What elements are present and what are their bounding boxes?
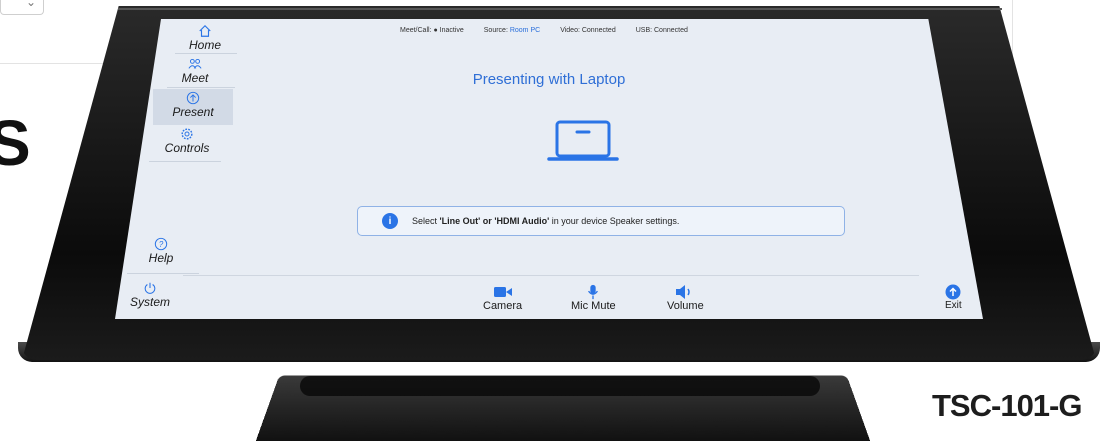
speaker-icon bbox=[676, 285, 691, 299]
sidebar-item-label: Present bbox=[172, 105, 214, 119]
divider bbox=[0, 63, 110, 64]
camera-icon bbox=[493, 287, 512, 297]
volume-label: Volume bbox=[667, 300, 704, 312]
people-icon bbox=[188, 58, 202, 69]
home-icon bbox=[199, 24, 211, 37]
sidebar-item-label: Controls bbox=[164, 141, 210, 155]
question-circle-icon: ? bbox=[154, 237, 168, 251]
divider bbox=[127, 273, 199, 274]
source-value: Room PC bbox=[509, 27, 541, 34]
source-status: Source: Room PC bbox=[484, 27, 540, 34]
sidebar-item-label: Home bbox=[188, 38, 221, 52]
mic-mute-label: Mic Mute bbox=[571, 300, 616, 312]
device-stand-shadow bbox=[300, 376, 820, 396]
laptop-icon bbox=[547, 120, 619, 161]
microphone-icon bbox=[588, 284, 599, 300]
info-option-line-out: 'Line Out' bbox=[439, 216, 481, 226]
video-status: Video: Connected bbox=[560, 27, 616, 34]
sidebar-item-system[interactable]: System bbox=[120, 281, 180, 309]
svg-text:?: ? bbox=[159, 240, 164, 249]
volume-button[interactable]: Volume bbox=[667, 284, 704, 312]
power-icon bbox=[144, 282, 156, 294]
status-bar: Meet/Call: ● Inactive Source: Room PC Vi… bbox=[400, 27, 688, 34]
dropdown-fragment[interactable]: ⌄ bbox=[0, 0, 44, 15]
meet-call-status: Meet/Call: ● Inactive bbox=[400, 27, 464, 34]
page-title: Presenting with Laptop bbox=[472, 71, 626, 88]
info-banner: i Select 'Line Out' or 'HDMI Audio' in y… bbox=[357, 206, 845, 236]
model-name-text: TSC-101-G bbox=[932, 388, 1082, 423]
source-label: Source: bbox=[483, 27, 508, 34]
info-icon: i bbox=[382, 213, 398, 229]
divider bbox=[1012, 0, 1013, 62]
sidebar-item-help[interactable]: ? Help bbox=[133, 237, 189, 265]
info-text-or: or bbox=[480, 216, 495, 226]
sidebar-item-label: Help bbox=[148, 251, 174, 265]
exit-label: Exit bbox=[945, 300, 962, 311]
gear-icon bbox=[181, 128, 193, 140]
sidebar-item-home[interactable]: Home bbox=[177, 24, 233, 52]
usb-status: USB: Connected bbox=[635, 27, 688, 34]
mic-mute-button[interactable]: Mic Mute bbox=[571, 284, 616, 312]
info-text-prefix: Select bbox=[412, 216, 440, 226]
touch-panel-screen: Home Meet Present Controls ? Help System… bbox=[115, 19, 983, 319]
background-heading-fragment: S bbox=[0, 107, 31, 179]
arrow-up-circle-icon bbox=[945, 284, 961, 300]
divider bbox=[175, 53, 237, 54]
bezel-highlight bbox=[118, 8, 1002, 10]
exit-button[interactable]: Exit bbox=[945, 284, 962, 311]
info-option-hdmi-audio: 'HDMI Audio' bbox=[494, 216, 550, 226]
divider bbox=[149, 161, 221, 162]
info-text: Select 'Line Out' or 'HDMI Audio' in you… bbox=[412, 216, 679, 226]
sidebar-item-label: System bbox=[129, 295, 170, 309]
toolbar-divider bbox=[183, 275, 919, 276]
sidebar-item-present[interactable]: Present bbox=[153, 89, 233, 125]
info-text-suffix: in your device Speaker settings. bbox=[549, 216, 680, 226]
arrow-up-circle-icon bbox=[186, 91, 200, 105]
chevron-down-icon: ⌄ bbox=[26, 0, 37, 9]
camera-button[interactable]: Camera bbox=[483, 284, 522, 312]
camera-label: Camera bbox=[483, 300, 523, 312]
sidebar-item-controls[interactable]: Controls bbox=[152, 127, 222, 155]
